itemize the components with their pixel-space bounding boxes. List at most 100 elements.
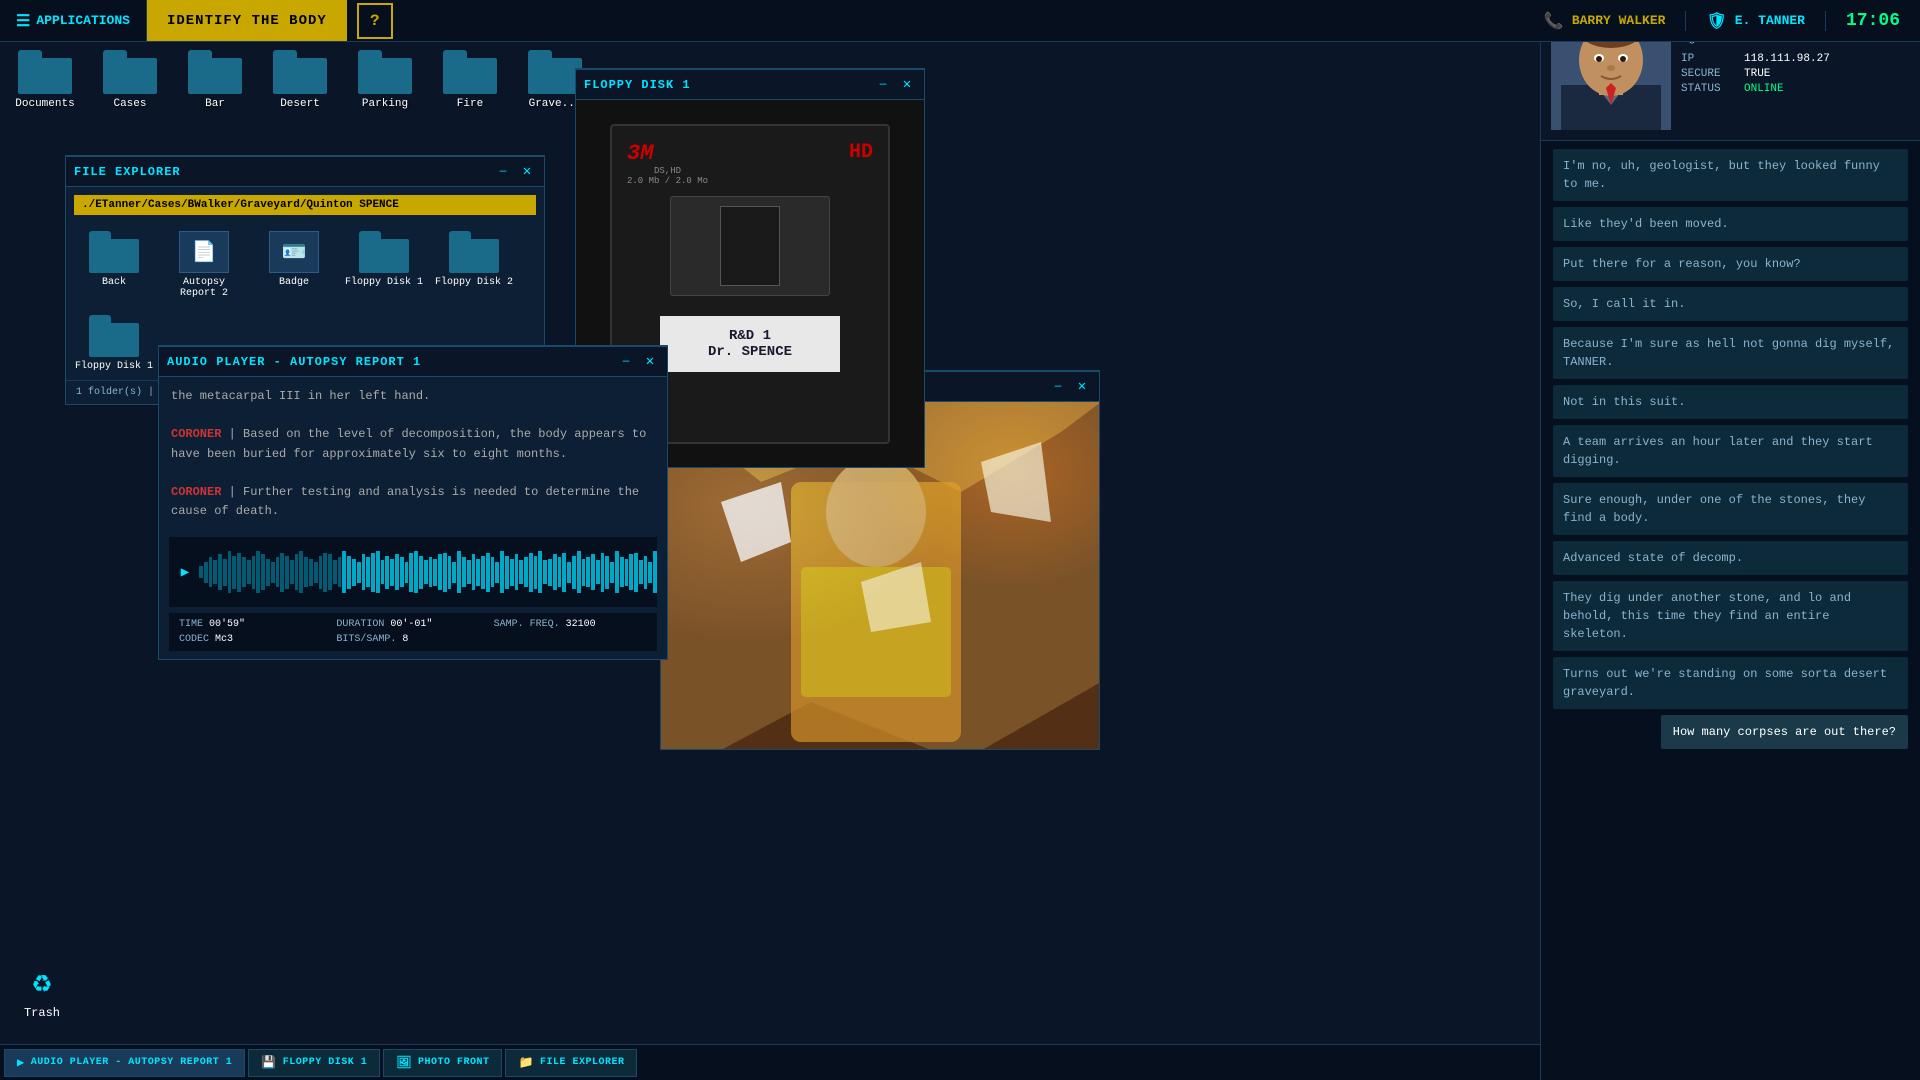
floppy-close-btn[interactable]: ✕: [898, 76, 916, 94]
floppy-top: 3M DS,HD2.0 Mb / 2.0 Mo HD: [627, 141, 873, 186]
shield-icon: 🛡: [1706, 11, 1726, 31]
meta-duration-val: 00'-01": [390, 619, 432, 630]
floppy-title: FLOPPY DISK 1: [584, 78, 868, 92]
mission-title: IDENTIFY THE BODY: [147, 0, 347, 41]
desktop-icon-desert[interactable]: Desert: [265, 50, 335, 110]
fe-file-floppy2[interactable]: Floppy Disk 2: [434, 231, 514, 299]
taskbar: ▶ AUDIO PLAYER - AUTOPSY REPORT 1 💾FLOPPY …: [0, 1044, 1540, 1080]
folder-icon-grave: [528, 50, 582, 94]
meta-bitspersamp-key: BITS/SAMP.: [336, 634, 396, 645]
stat-secure: SECURE TRUE: [1681, 68, 1910, 80]
doc-icon-badge: 🪪: [269, 231, 319, 273]
trash-icon[interactable]: ♻ Trash: [22, 962, 62, 1020]
task-label-3: FILE EXPLORER: [540, 1057, 625, 1068]
applications-menu[interactable]: ☰ APPLICATIONS: [0, 0, 147, 41]
floppy-titlebar: FLOPPY DISK 1 — ✕: [576, 70, 924, 100]
task-label-0: AUDIO PLAYER - AUTOPSY REPORT 1: [31, 1057, 233, 1068]
phone-icon: 📞: [1544, 11, 1564, 31]
waveform-bars: [199, 542, 657, 602]
chat-message-7: Sure enough, under one of the stones, th…: [1553, 483, 1908, 535]
chat-message-3: So, I call it in.: [1553, 287, 1908, 321]
desktop-icon-parking[interactable]: Parking: [350, 50, 420, 110]
clock-display: 17:06: [1826, 11, 1920, 31]
meta-bitspersamp-val: 8: [402, 634, 408, 645]
fe-minimize-btn[interactable]: —: [494, 163, 512, 181]
folder-icon-back: [89, 231, 139, 273]
audio-player-title: AUDIO PLAYER - AUTOPSY REPORT 1: [167, 355, 611, 369]
floppy-shutter-inner: [720, 206, 780, 286]
fe-file-badge[interactable]: 🪪 Badge: [254, 231, 334, 299]
floppy-label-line1: R&D 1: [676, 328, 824, 344]
chat-messages: I'm no, uh, geologist, but they looked f…: [1541, 141, 1920, 1021]
trash-can-icon: ♻: [22, 962, 62, 1002]
folder-icon-desert: [273, 50, 327, 94]
taskbar-item-0[interactable]: ▶ AUDIO PLAYER - AUTOPSY REPORT 1: [4, 1049, 245, 1077]
meta-time-val: 00'59": [209, 619, 245, 630]
floppy-shutter: [670, 196, 830, 296]
meta-duration-key: DURATION: [336, 619, 384, 630]
meta-sampfreq: SAMP. FREQ. 32100: [494, 619, 647, 630]
folder-label-parking: Parking: [362, 98, 408, 110]
agent-stats: IP 118.111.98.27 SECURE TRUE STATUS ONLI…: [1681, 53, 1910, 95]
desktop-icon-bar[interactable]: Bar: [180, 50, 250, 110]
fe-path: ./ETanner/Cases/BWalker/Graveyard/Quinto…: [74, 195, 536, 215]
top-right-area: 📞 BARRY WALKER 🛡 E. TANNER 17:06: [1524, 11, 1920, 31]
stat-status-key: STATUS: [1681, 83, 1736, 95]
stat-ip-val: 118.111.98.27: [1744, 53, 1830, 65]
hamburger-icon: ☰: [16, 11, 30, 31]
taskbar-item-1[interactable]: 💾FLOPPY DISK 1: [248, 1049, 380, 1077]
floppy-hd: HD: [849, 141, 873, 164]
applications-label: APPLICATIONS: [36, 13, 130, 28]
help-button[interactable]: ?: [357, 3, 393, 39]
desktop-icon-cases[interactable]: Cases: [95, 50, 165, 110]
taskbar-item-3[interactable]: 📁 FILE EXPLORER: [505, 1049, 637, 1077]
fe-file-label-back: Back: [102, 277, 126, 288]
folder-label-desert: Desert: [280, 98, 320, 110]
photo-minimize-btn[interactable]: —: [1049, 378, 1067, 396]
fe-file-floppy1[interactable]: Floppy Disk 1: [344, 231, 424, 299]
audio-waveform: ▶: [169, 537, 657, 607]
floppy-brand: 3M: [627, 141, 708, 166]
fe-file-autopsy[interactable]: 📄 Autopsy Report 2: [164, 231, 244, 299]
coroner-label-2: CORONER: [171, 485, 221, 499]
desktop-icon-documents[interactable]: Documents: [10, 50, 80, 110]
fe-file-floppy1b[interactable]: Floppy Disk 1: [74, 315, 154, 372]
photo-close-btn[interactable]: ✕: [1073, 378, 1091, 396]
chat-message-5: Not in this suit.: [1553, 385, 1908, 419]
audio-separator-1: |: [229, 427, 243, 441]
task-icon-1: 💾: [261, 1055, 276, 1070]
caller-info: 📞 BARRY WALKER: [1524, 11, 1687, 31]
floppy-specs: DS,HD2.0 Mb / 2.0 Mo: [627, 166, 708, 186]
chat-message-1: Like they'd been moved.: [1553, 207, 1908, 241]
fe-file-back[interactable]: Back: [74, 231, 154, 299]
coroner-label-1: CORONER: [171, 427, 221, 441]
audio-minimize-btn[interactable]: —: [617, 353, 635, 371]
fe-file-label-autopsy: Autopsy Report 2: [164, 277, 244, 299]
chat-message-4: Because I'm sure as hell not gonna dig m…: [1553, 327, 1908, 379]
right-panel: Barry WALKER Agent #F2105 IP 118.111.98.…: [1540, 0, 1920, 1080]
audio-coroner-line1: Based on the level of decomposition, the…: [171, 427, 646, 460]
chat-message-6: A team arrives an hour later and they st…: [1553, 425, 1908, 477]
desktop-icon-fire[interactable]: Fire: [435, 50, 505, 110]
meta-codec: CODEC Mc3: [179, 634, 332, 645]
task-icon-2: 🖼: [396, 1055, 412, 1070]
fe-file-label-badge: Badge: [279, 277, 309, 288]
fe-file-label-floppy2: Floppy Disk 2: [435, 277, 513, 288]
folder-label-bar: Bar: [205, 98, 225, 110]
floppy-minimize-btn[interactable]: —: [874, 76, 892, 94]
file-explorer-title: FILE EXPLORER: [74, 165, 488, 179]
folder-label-cases: Cases: [113, 98, 146, 110]
taskbar-item-2[interactable]: 🖼PHOTO FRONT: [383, 1049, 502, 1077]
folder-icon-parking: [358, 50, 412, 94]
audio-close-btn[interactable]: ✕: [641, 353, 659, 371]
stat-ip-key: IP: [1681, 53, 1736, 65]
floppy-label: R&D 1 Dr. SPENCE: [660, 316, 840, 372]
folder-icon-floppy1b: [89, 315, 139, 357]
task-icon-0: ▶: [17, 1055, 25, 1070]
fe-file-label-floppy1b: Floppy Disk 1: [75, 361, 153, 372]
play-button[interactable]: ▶: [175, 562, 195, 582]
stat-ip: IP 118.111.98.27: [1681, 53, 1910, 65]
task-icon-3: 📁: [518, 1055, 533, 1070]
folder-label-grave: Grave...: [529, 98, 582, 110]
fe-close-btn[interactable]: ✕: [518, 163, 536, 181]
